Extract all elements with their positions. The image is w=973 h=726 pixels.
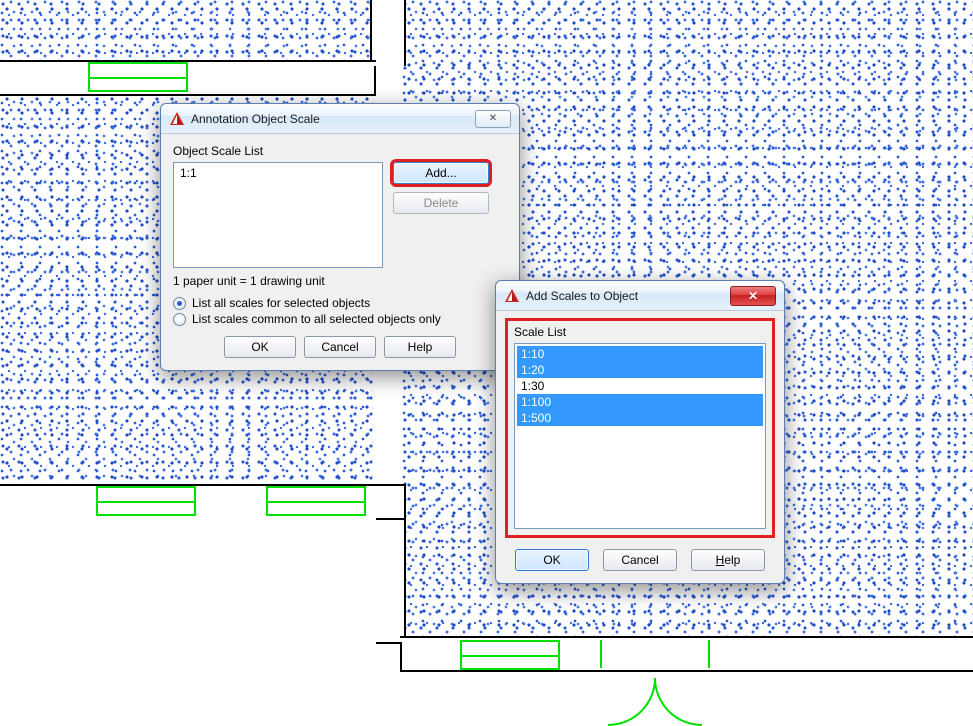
- radio-list-common[interactable]: List scales common to all selected objec…: [173, 312, 507, 326]
- hatch-region: [0, 0, 373, 62]
- wall-segment: [0, 516, 376, 694]
- add-button[interactable]: Add...: [393, 162, 489, 184]
- door-symbol: [88, 62, 188, 92]
- radio-icon: [173, 297, 186, 310]
- list-item[interactable]: 1:1: [176, 165, 380, 181]
- dialog-title: Add Scales to Object: [526, 289, 730, 303]
- close-icon: ✕: [748, 289, 758, 303]
- dialog-title: Annotation Object Scale: [191, 112, 475, 126]
- close-button[interactable]: ✕: [475, 110, 511, 128]
- list-item[interactable]: 1:500: [517, 410, 763, 426]
- delete-button: Delete: [393, 192, 489, 214]
- wall-segment: [0, 60, 376, 96]
- object-scale-list-label: Object Scale List: [173, 144, 507, 158]
- radio-label: List all scales for selected objects: [192, 296, 370, 310]
- scale-listbox[interactable]: 1:101:201:301:1001:500: [514, 343, 766, 529]
- swing-door-symbol: [600, 640, 710, 690]
- radio-label: List scales common to all selected objec…: [192, 312, 441, 326]
- autocad-icon: [169, 111, 185, 127]
- ok-button[interactable]: OK: [515, 549, 589, 571]
- help-button[interactable]: Help: [691, 549, 765, 571]
- cancel-button[interactable]: Cancel: [603, 549, 677, 571]
- cancel-button[interactable]: Cancel: [304, 336, 376, 358]
- paper-unit-text: 1 paper unit = 1 drawing unit: [173, 274, 507, 288]
- radio-list-all[interactable]: List all scales for selected objects: [173, 296, 507, 310]
- ok-button[interactable]: OK: [224, 336, 296, 358]
- radio-icon: [173, 313, 186, 326]
- scale-list-label: Scale List: [514, 325, 766, 339]
- door-symbol: [266, 486, 366, 516]
- wall-segment: [370, 0, 406, 66]
- help-button[interactable]: Help: [384, 336, 456, 358]
- list-item[interactable]: 1:20: [517, 362, 763, 378]
- close-icon: ✕: [489, 113, 497, 124]
- list-item[interactable]: 1:30: [517, 378, 763, 394]
- titlebar[interactable]: Annotation Object Scale ✕: [161, 104, 519, 134]
- titlebar[interactable]: Add Scales to Object ✕: [496, 281, 784, 311]
- add-scales-dialog: Add Scales to Object ✕ Scale List 1:101:…: [495, 280, 785, 584]
- list-item[interactable]: 1:100: [517, 394, 763, 410]
- annotation-object-scale-dialog: Annotation Object Scale ✕ Object Scale L…: [160, 103, 520, 371]
- door-symbol: [96, 486, 196, 516]
- door-symbol: [460, 640, 560, 670]
- close-button[interactable]: ✕: [730, 286, 776, 306]
- list-item[interactable]: 1:10: [517, 346, 763, 362]
- object-scale-listbox[interactable]: 1:1: [173, 162, 383, 268]
- autocad-icon: [504, 288, 520, 304]
